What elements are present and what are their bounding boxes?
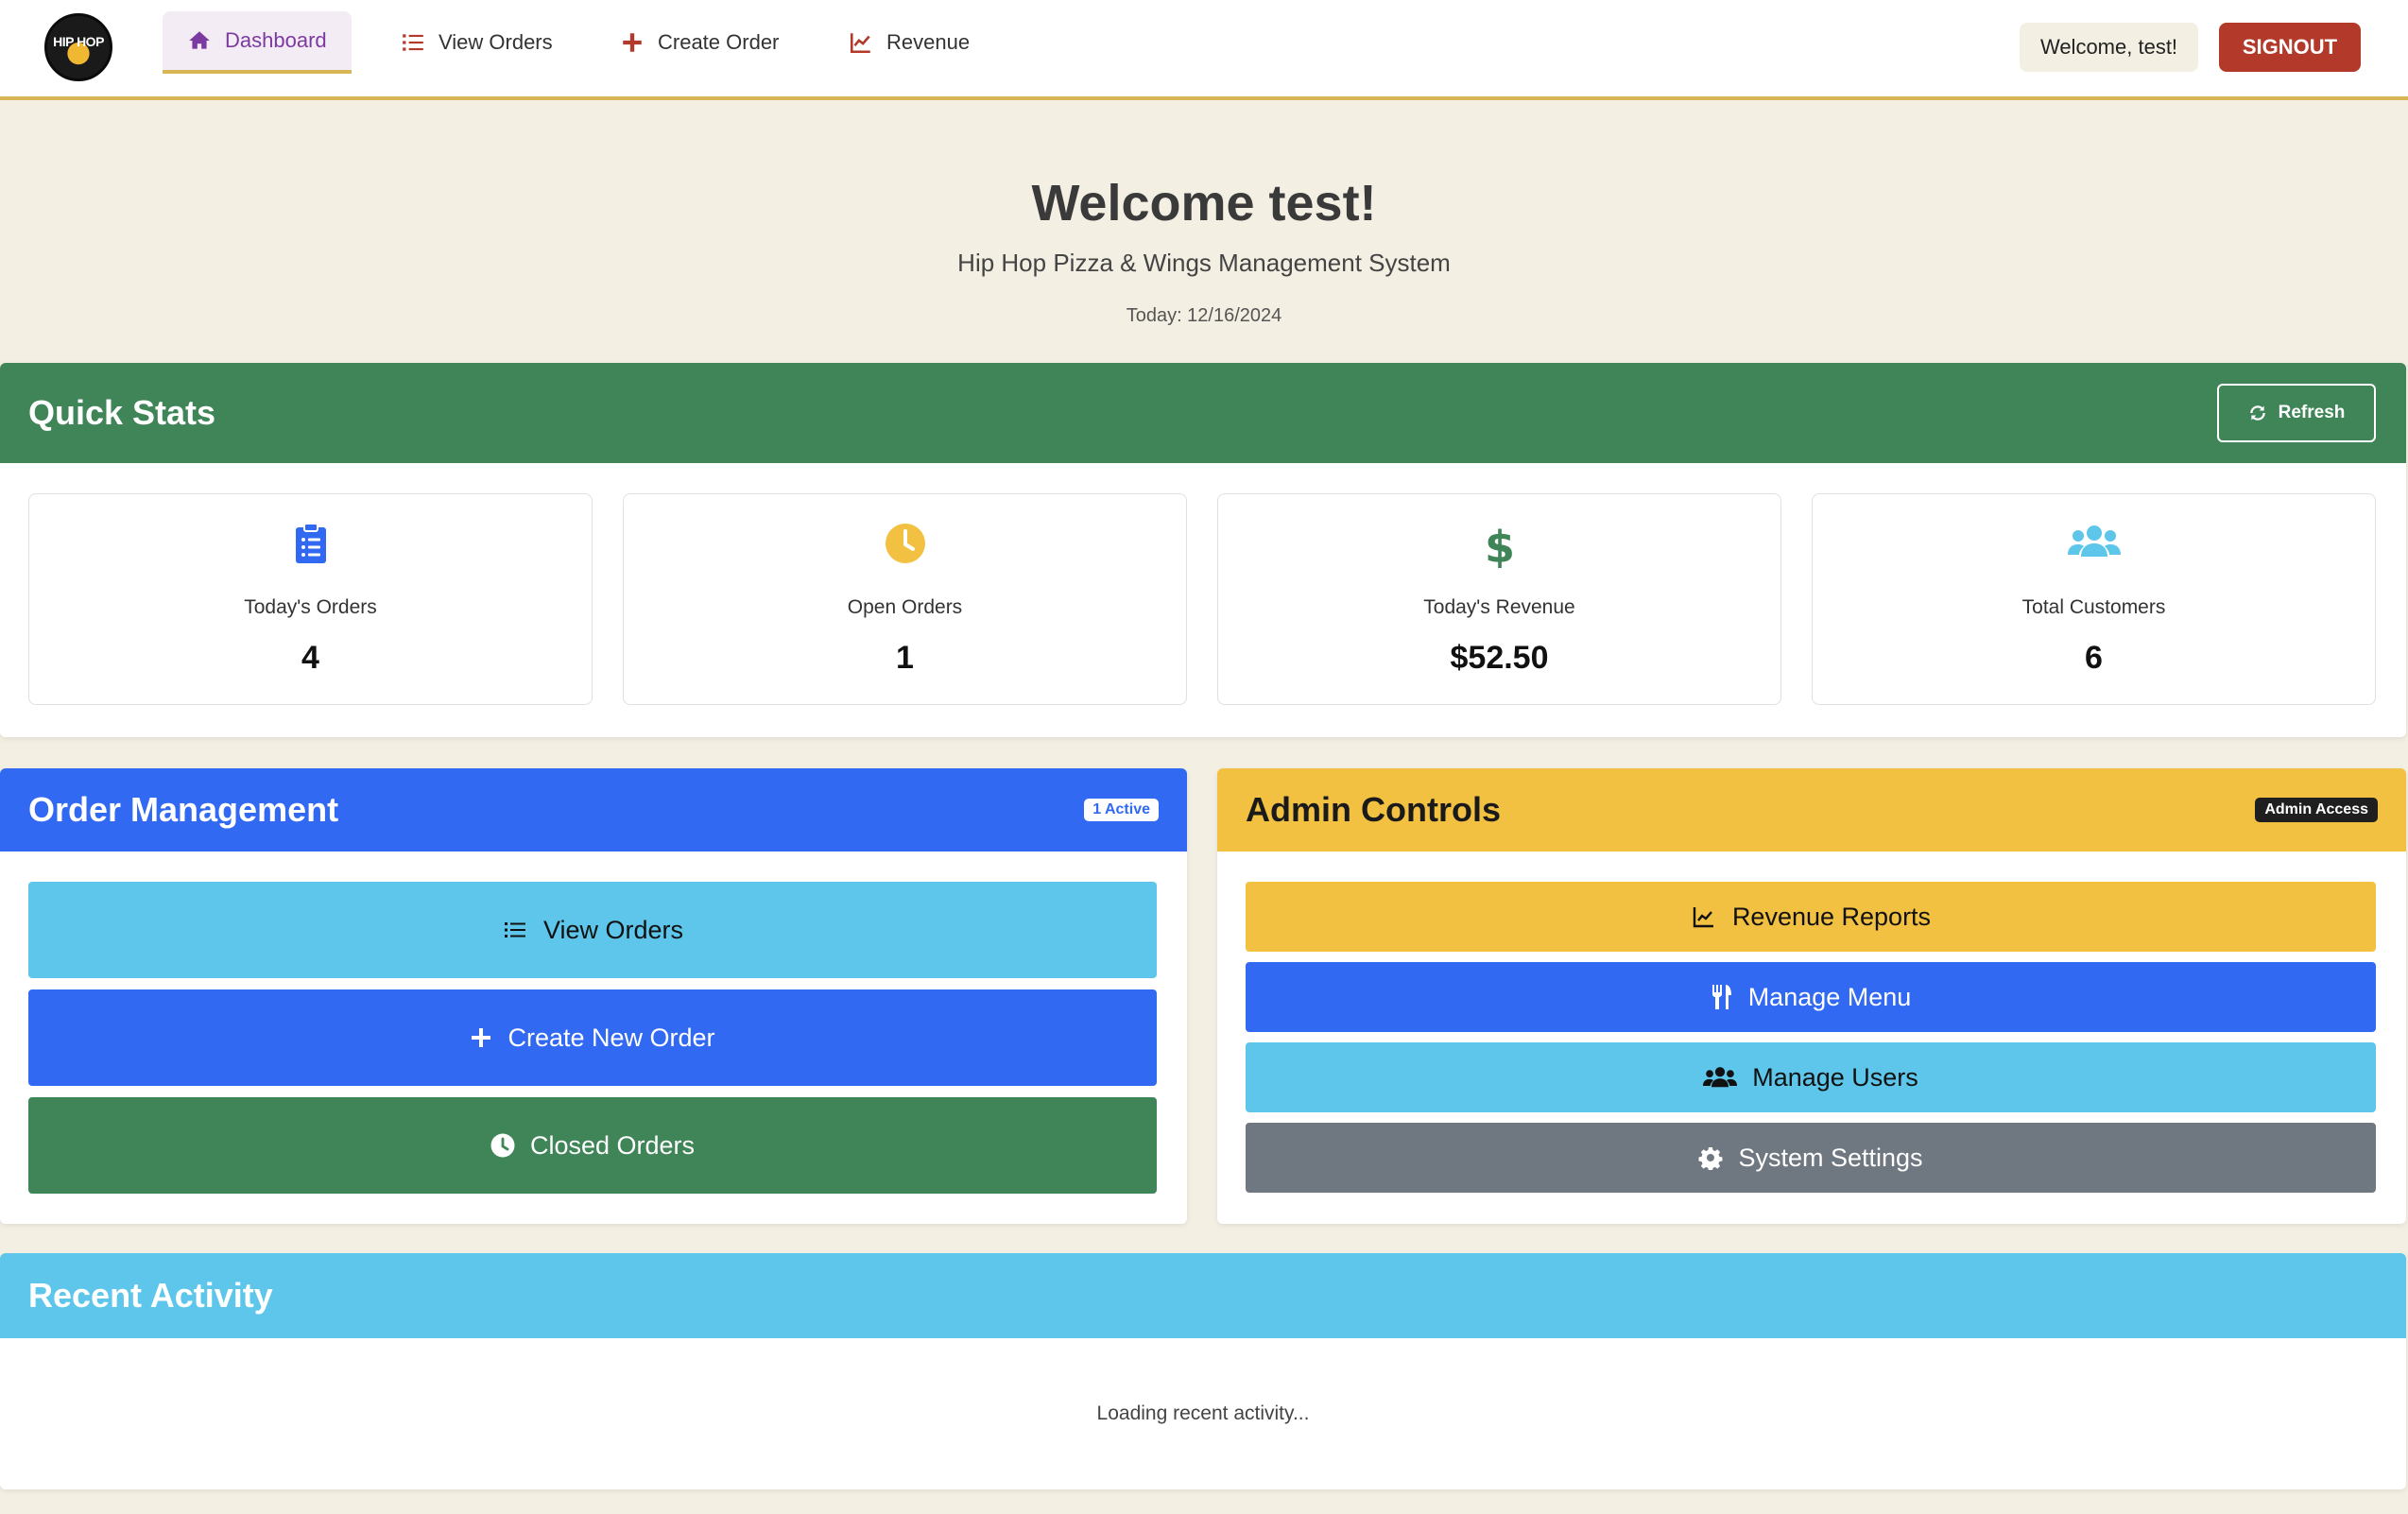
recent-activity-header: Recent Activity	[0, 1253, 2406, 1338]
quick-stats-card: Quick Stats Refresh Today's Orders 4 Ope…	[0, 363, 2406, 737]
order-management-header: Order Management 1 Active	[0, 768, 1187, 852]
stat-value: 6	[2085, 640, 2103, 676]
refresh-button[interactable]: Refresh	[2217, 384, 2376, 442]
clipboard-list-icon	[295, 523, 326, 563]
nav-item-revenue[interactable]: Revenue	[824, 11, 994, 74]
active-orders-badge: 1 Active	[1084, 799, 1159, 821]
nav-item-label: View Orders	[439, 30, 553, 54]
nav-item-view-orders[interactable]: View Orders	[376, 11, 577, 74]
quick-stats-title: Quick Stats	[28, 393, 216, 432]
admin-controls-title: Admin Controls	[1246, 790, 1501, 829]
manage-users-button[interactable]: Manage Users	[1246, 1042, 2376, 1112]
nav-item-label: Dashboard	[225, 28, 327, 52]
home-icon	[189, 31, 210, 49]
stat-label: Open Orders	[847, 596, 963, 618]
system-settings-button[interactable]: System Settings	[1246, 1123, 2376, 1193]
users-icon	[1703, 1067, 1738, 1088]
manage-menu-button[interactable]: Manage Menu	[1246, 962, 2376, 1032]
quick-stats-header: Quick Stats Refresh	[0, 363, 2406, 463]
stat-value: $52.50	[1450, 640, 1549, 676]
stat-label: Today's Revenue	[1423, 596, 1575, 618]
chart-line-icon	[1693, 907, 1713, 928]
view-orders-button[interactable]: View Orders	[28, 882, 1157, 978]
stat-card-todays-orders: Today's Orders 4	[28, 493, 593, 705]
create-new-order-button[interactable]: Create New Order	[28, 989, 1157, 1086]
nav-item-create-order[interactable]: Create Order	[595, 11, 803, 74]
stat-label: Total Customers	[2021, 596, 2166, 618]
stat-card-total-customers: Total Customers 6	[1812, 493, 2376, 705]
page-title: Welcome test!	[1031, 175, 1377, 232]
utensils-icon	[1711, 985, 1731, 1009]
button-label: Create New Order	[507, 1023, 715, 1052]
revenue-reports-button[interactable]: Revenue Reports	[1246, 882, 2376, 952]
stat-value: 1	[896, 640, 914, 676]
recent-activity-message: Loading recent activity...	[1096, 1402, 1310, 1424]
closed-orders-button[interactable]: Closed Orders	[28, 1097, 1157, 1194]
order-management-card: Order Management 1 Active View Orders Cr…	[0, 768, 1187, 1224]
admin-access-badge: Admin Access	[2255, 798, 2378, 822]
refresh-icon	[2249, 405, 2265, 421]
button-label: Manage Menu	[1747, 982, 1912, 1011]
gear-icon	[1698, 1146, 1723, 1170]
refresh-label: Refresh	[2278, 403, 2346, 422]
button-label: View Orders	[542, 915, 684, 944]
recent-activity-title: Recent Activity	[28, 1276, 273, 1315]
clock-icon	[885, 524, 925, 563]
plus-icon	[623, 33, 642, 52]
user-greeting: Welcome, test!	[2020, 23, 2198, 72]
list-icon	[403, 34, 423, 51]
order-management-title: Order Management	[28, 790, 339, 829]
button-label: Revenue Reports	[1731, 902, 1932, 931]
brand-logo[interactable]: HIP HOP	[44, 13, 112, 81]
plus-icon	[472, 1028, 491, 1047]
nav-item-label: Revenue	[886, 30, 971, 54]
stat-card-todays-revenue: $ Today's Revenue $52.50	[1217, 493, 1781, 705]
today-date: Today: 12/16/2024	[1126, 305, 1282, 326]
stat-card-open-orders: Open Orders 1	[623, 493, 1187, 705]
stat-value: 4	[301, 640, 319, 676]
clock-icon	[490, 1133, 515, 1158]
list-icon	[504, 922, 525, 938]
stat-label: Today's Orders	[244, 596, 377, 618]
signout-button[interactable]: SIGNOUT	[2219, 23, 2361, 72]
nav-item-dashboard[interactable]: Dashboard	[163, 11, 352, 74]
button-label: System Settings	[1738, 1143, 1923, 1172]
dollar-icon: $	[1486, 523, 1514, 568]
chart-line-icon	[850, 33, 870, 54]
button-label: Closed Orders	[529, 1130, 696, 1160]
svg-text:$: $	[1486, 523, 1514, 568]
top-navbar: HIP HOP Dashboard View Orders Create Ord…	[0, 0, 2408, 100]
admin-controls-card: Admin Controls Admin Access Revenue Repo…	[1217, 768, 2406, 1224]
users-icon	[2067, 525, 2121, 557]
logo-text: HIP HOP	[53, 34, 104, 49]
admin-controls-header: Admin Controls Admin Access	[1217, 768, 2406, 852]
button-label: Manage Users	[1752, 1062, 1918, 1092]
recent-activity-card: Recent Activity Loading recent activity.…	[0, 1253, 2406, 1489]
nav-item-label: Create Order	[658, 30, 780, 54]
page-subtitle: Hip Hop Pizza & Wings Management System	[957, 249, 1451, 277]
